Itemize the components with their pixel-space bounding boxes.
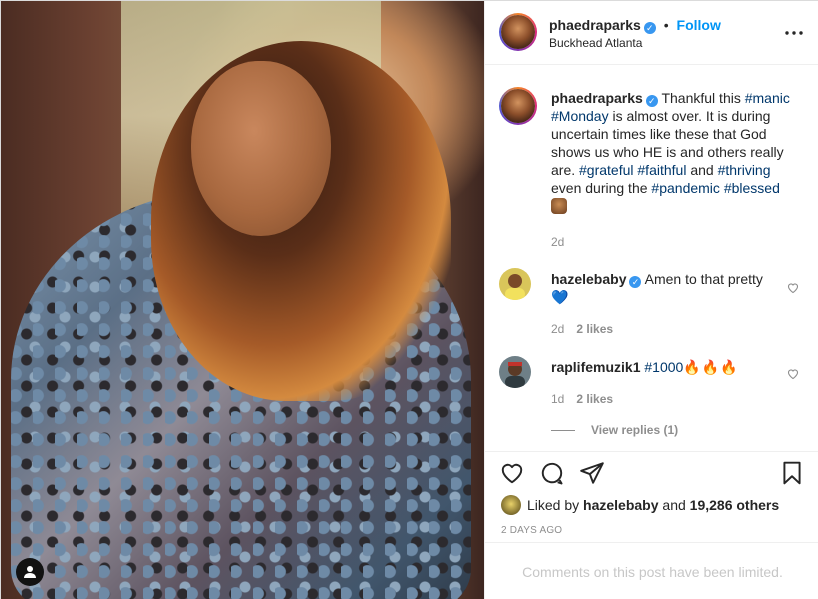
hashtag-link[interactable]: #Monday xyxy=(551,108,609,124)
comment-meta: 1d 2 likes xyxy=(551,392,613,406)
liked-by-and: and xyxy=(662,497,686,513)
heart-icon[interactable] xyxy=(499,460,527,488)
comment-text: hazelebaby ✓ Amen to that pretty 💙 xyxy=(551,270,771,306)
comments-limited-text: Comments on this post have been limited. xyxy=(522,563,783,580)
post-photo[interactable] xyxy=(1,1,484,599)
author-avatar[interactable] xyxy=(499,13,537,51)
hashtag-link[interactable]: #1000 xyxy=(644,359,683,375)
like-comment-heart-icon[interactable] xyxy=(787,281,801,295)
likes-count-link[interactable]: 19,286 others xyxy=(690,497,780,513)
verified-badge-icon: ✓ xyxy=(643,22,656,34)
view-replies-label: View replies (1) xyxy=(591,423,679,437)
hashtag-link[interactable]: #manic xyxy=(745,90,790,106)
caption-segment: even during the xyxy=(551,180,648,196)
more-options-icon[interactable] xyxy=(784,23,804,43)
liker-username[interactable]: hazelebaby xyxy=(583,497,658,513)
praying-hands-emoji-icon xyxy=(551,198,567,214)
post-header: phaedraparks ✓ • Follow Buckhead Atlanta xyxy=(485,1,818,65)
commenter-username[interactable]: hazelebaby xyxy=(551,271,626,287)
comment-meta: 2d 2 likes xyxy=(551,322,613,336)
caption-username[interactable]: phaedraparks xyxy=(551,90,643,106)
hashtag-link[interactable]: #pandemic xyxy=(651,180,720,196)
caption-segment: and xyxy=(690,162,714,178)
user-tag-icon[interactable] xyxy=(16,558,44,586)
commenter-avatar[interactable] xyxy=(499,356,531,388)
fire-emoji: 🔥🔥🔥 xyxy=(683,359,739,375)
replies-line xyxy=(551,430,575,432)
post-details-panel: phaedraparks ✓ • Follow Buckhead Atlanta … xyxy=(484,1,818,599)
comment-icon[interactable] xyxy=(539,460,567,488)
post-location[interactable]: Buckhead Atlanta xyxy=(549,36,642,50)
post-modal: phaedraparks ✓ • Follow Buckhead Atlanta … xyxy=(0,0,818,599)
liked-by-prefix: Liked by xyxy=(527,497,580,513)
comments-section[interactable]: phaedraparks ✓ Thankful this #manic #Mond… xyxy=(485,65,818,451)
hashtag-link[interactable]: #grateful xyxy=(579,162,633,178)
liked-by-summary: Liked by hazelebaby and 19,286 others xyxy=(501,495,779,517)
commenter-avatar[interactable] xyxy=(499,268,531,300)
comment-text: raplifemuzik1 #1000🔥🔥🔥 xyxy=(551,358,771,376)
commenter-username[interactable]: raplifemuzik1 xyxy=(551,359,640,375)
comment-likes-count[interactable]: 2 likes xyxy=(576,392,613,406)
caption-timestamp[interactable]: 2d xyxy=(551,235,564,249)
separator-dot: • xyxy=(663,17,669,33)
comment-timestamp[interactable]: 2d xyxy=(551,322,564,336)
blue-heart-emoji: 💙 xyxy=(551,289,569,305)
caption-segment: Thankful this xyxy=(661,90,741,106)
comment-likes-count[interactable]: 2 likes xyxy=(576,322,613,336)
post-timestamp[interactable]: 2 DAYS AGO xyxy=(501,525,562,536)
hashtag-link[interactable]: #blessed xyxy=(724,180,780,196)
share-icon[interactable] xyxy=(579,460,607,488)
verified-badge-icon: ✓ xyxy=(645,95,658,107)
photo-subject-face xyxy=(191,61,331,236)
hashtag-link[interactable]: #faithful xyxy=(637,162,686,178)
hashtag-link[interactable]: #thriving xyxy=(718,162,771,178)
author-username[interactable]: phaedraparks xyxy=(549,17,641,33)
verified-badge-icon: ✓ xyxy=(629,276,642,288)
follow-button[interactable]: Follow xyxy=(677,17,721,33)
post-actions-bar xyxy=(485,451,818,495)
liker-avatar[interactable] xyxy=(501,495,521,515)
comment-timestamp[interactable]: 1d xyxy=(551,392,564,406)
like-comment-heart-icon[interactable] xyxy=(787,367,801,381)
caption-text: phaedraparks ✓ Thankful this #manic #Mond… xyxy=(551,89,801,215)
caption-author-avatar[interactable] xyxy=(499,87,537,125)
comments-limited-notice: Comments on this post have been limited. xyxy=(485,542,818,599)
bookmark-icon[interactable] xyxy=(779,460,807,488)
view-replies-button[interactable]: View replies (1) xyxy=(551,423,678,437)
comment-body: Amen to that pretty xyxy=(644,271,763,287)
